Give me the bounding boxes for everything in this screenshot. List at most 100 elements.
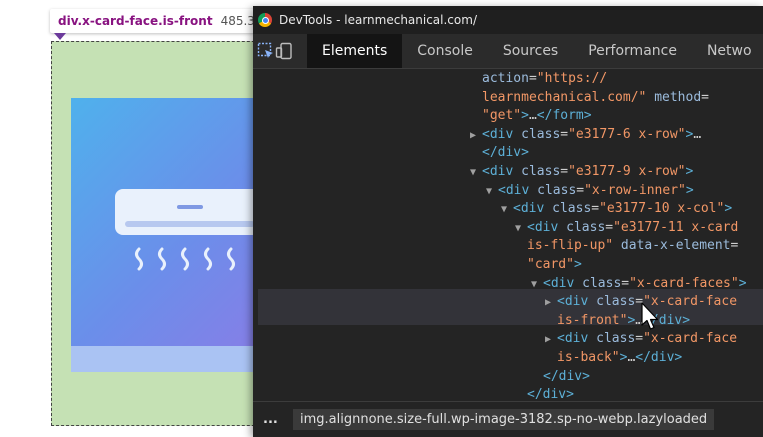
dom-node-line[interactable]: ▶ <div class="e3177-6 x-row">…	[470, 126, 701, 144]
code-token: "x-row-inner"	[584, 182, 686, 198]
code-token: "e3177-9 x-row"	[568, 164, 686, 179]
tooltip-arrow	[54, 33, 66, 40]
expand-triangle-icon[interactable]: ▶	[545, 331, 557, 349]
dom-node-line[interactable]: </div>	[543, 368, 590, 386]
breadcrumb-item[interactable]: img.alignnone.size-full.wp-image-3182.sp…	[293, 409, 715, 430]
code-token: <div	[498, 182, 538, 198]
window-title: DevTools - learnmechanical.com/	[279, 13, 477, 27]
collapse-triangle-icon[interactable]: ▼	[470, 164, 482, 182]
code-token: <div	[513, 201, 553, 217]
code-token: <div	[482, 126, 522, 142]
code-token: "e3177-6 x-row"	[568, 126, 686, 142]
dom-node-line[interactable]: ▼ <div class="e3177-9 x-row">	[470, 163, 693, 181]
code-token: "e3177-10 x-col"	[599, 201, 725, 217]
code-token: >	[573, 257, 582, 272]
dom-node-line[interactable]: action="https://	[482, 70, 607, 88]
mouse-cursor-icon	[641, 302, 659, 330]
devtools-titlebar[interactable]: DevTools - learnmechanical.com/	[253, 6, 763, 34]
code-token: class	[537, 182, 577, 198]
code-token: "card"	[527, 257, 574, 272]
inspect-element-icon[interactable]	[257, 34, 275, 68]
code-token: =	[605, 219, 614, 235]
code-token: "x-card-faces"	[629, 275, 739, 291]
dom-node-line[interactable]: ▶ <div class="x-card-face	[545, 330, 737, 348]
collapse-triangle-icon[interactable]: ▼	[501, 201, 513, 219]
device-toolbar-icon[interactable]	[275, 34, 293, 68]
code-token: action	[482, 71, 529, 86]
code-token: …	[693, 126, 702, 142]
code-token: <div	[557, 331, 597, 347]
dom-node-line[interactable]: ▼ <div class="e3177-11 x-card	[515, 219, 738, 237]
code-token: is-flip-up"	[527, 238, 614, 254]
expand-triangle-icon[interactable]: ▶	[545, 294, 557, 312]
code-token: >	[724, 201, 733, 217]
tab-performance[interactable]: Performance	[573, 34, 692, 68]
code-token: method	[654, 89, 702, 105]
chrome-icon	[258, 13, 272, 27]
code-token: class	[521, 126, 561, 142]
dom-node-line[interactable]: ▼ <div class="x-row-inner">	[486, 182, 694, 200]
dom-node-line[interactable]: "card">	[527, 256, 582, 274]
collapse-triangle-icon[interactable]: ▼	[486, 183, 498, 201]
dom-node-line[interactable]: "get">…</form>	[482, 107, 592, 125]
code-token: =	[635, 331, 644, 347]
code-token: is-front"	[557, 312, 628, 328]
tooltip-selector: div.x-card-face.is-front	[58, 14, 213, 28]
devtools-tabbar: Elements Console Sources Performance Net…	[253, 34, 763, 69]
code-token: =	[560, 126, 569, 142]
code-token: <div	[482, 164, 522, 179]
dom-node-line[interactable]: is-back">…</div>	[557, 349, 682, 367]
code-token: =	[701, 89, 709, 105]
code-token: "e3177-11 x-card	[613, 219, 739, 235]
code-token: class	[521, 164, 561, 179]
code-token: class	[552, 201, 592, 217]
expand-triangle-icon[interactable]: ▶	[470, 127, 482, 145]
code-token: >	[685, 164, 694, 179]
code-token: >	[738, 275, 747, 291]
dom-node-line[interactable]: </div>	[482, 144, 529, 162]
tab-network[interactable]: Netwo	[692, 34, 763, 68]
code-token: class	[566, 219, 606, 235]
code-token: class	[596, 331, 636, 347]
code-token: =	[591, 201, 600, 217]
code-token: </div>	[543, 368, 590, 384]
dom-node-line[interactable]: learnmechanical.com/" method=	[482, 89, 709, 107]
inspect-tooltip: div.x-card-face.is-front 485.33	[50, 9, 269, 33]
tab-elements[interactable]: Elements	[307, 34, 403, 68]
dom-node-line[interactable]: ▼ <div class="x-card-faces">	[531, 275, 747, 293]
code-token: "get"	[482, 108, 522, 124]
dom-node-line[interactable]: is-front">…</div>	[557, 312, 690, 330]
dom-node-line[interactable]: is-flip-up" data-x-element=	[527, 237, 738, 255]
devtools-window: DevTools - learnmechanical.com/ Elements…	[253, 6, 763, 437]
code-token: <div	[527, 219, 567, 235]
code-token: class	[596, 294, 636, 310]
code-token: class	[582, 275, 622, 291]
code-token: </div>	[635, 350, 683, 365]
code-token: "https://	[536, 71, 608, 86]
breadcrumb-more[interactable]: ...	[263, 412, 285, 427]
collapse-triangle-icon[interactable]: ▼	[515, 220, 527, 238]
code-token: =	[621, 275, 630, 291]
dom-node-line[interactable]: </div>	[527, 386, 574, 401]
code-token: =	[730, 238, 739, 254]
tab-console[interactable]: Console	[402, 34, 488, 68]
code-token: >	[521, 108, 529, 124]
elements-tree[interactable]: action="https://learnmechanical.com/" me…	[253, 68, 763, 401]
code-token: =	[576, 182, 585, 198]
code-token: =	[560, 164, 569, 179]
code-token: </form>	[536, 108, 592, 124]
code-token: </div>	[527, 387, 574, 401]
code-token: =	[528, 71, 537, 86]
code-token: "x-card-face	[643, 331, 738, 347]
code-token: <div	[557, 294, 597, 310]
code-token: >	[685, 182, 694, 198]
code-token: </div>	[482, 145, 529, 161]
dom-node-line[interactable]: ▼ <div class="e3177-10 x-col">	[501, 200, 732, 218]
code-token: learnmechanical.com/"	[482, 89, 647, 105]
breadcrumb-bar: ... img.alignnone.size-full.wp-image-318…	[253, 401, 763, 437]
code-token: <div	[543, 275, 583, 291]
tab-sources[interactable]: Sources	[488, 34, 573, 68]
code-token: …	[528, 108, 537, 124]
collapse-triangle-icon[interactable]: ▼	[531, 276, 543, 294]
code-token: is-back"	[557, 350, 620, 365]
